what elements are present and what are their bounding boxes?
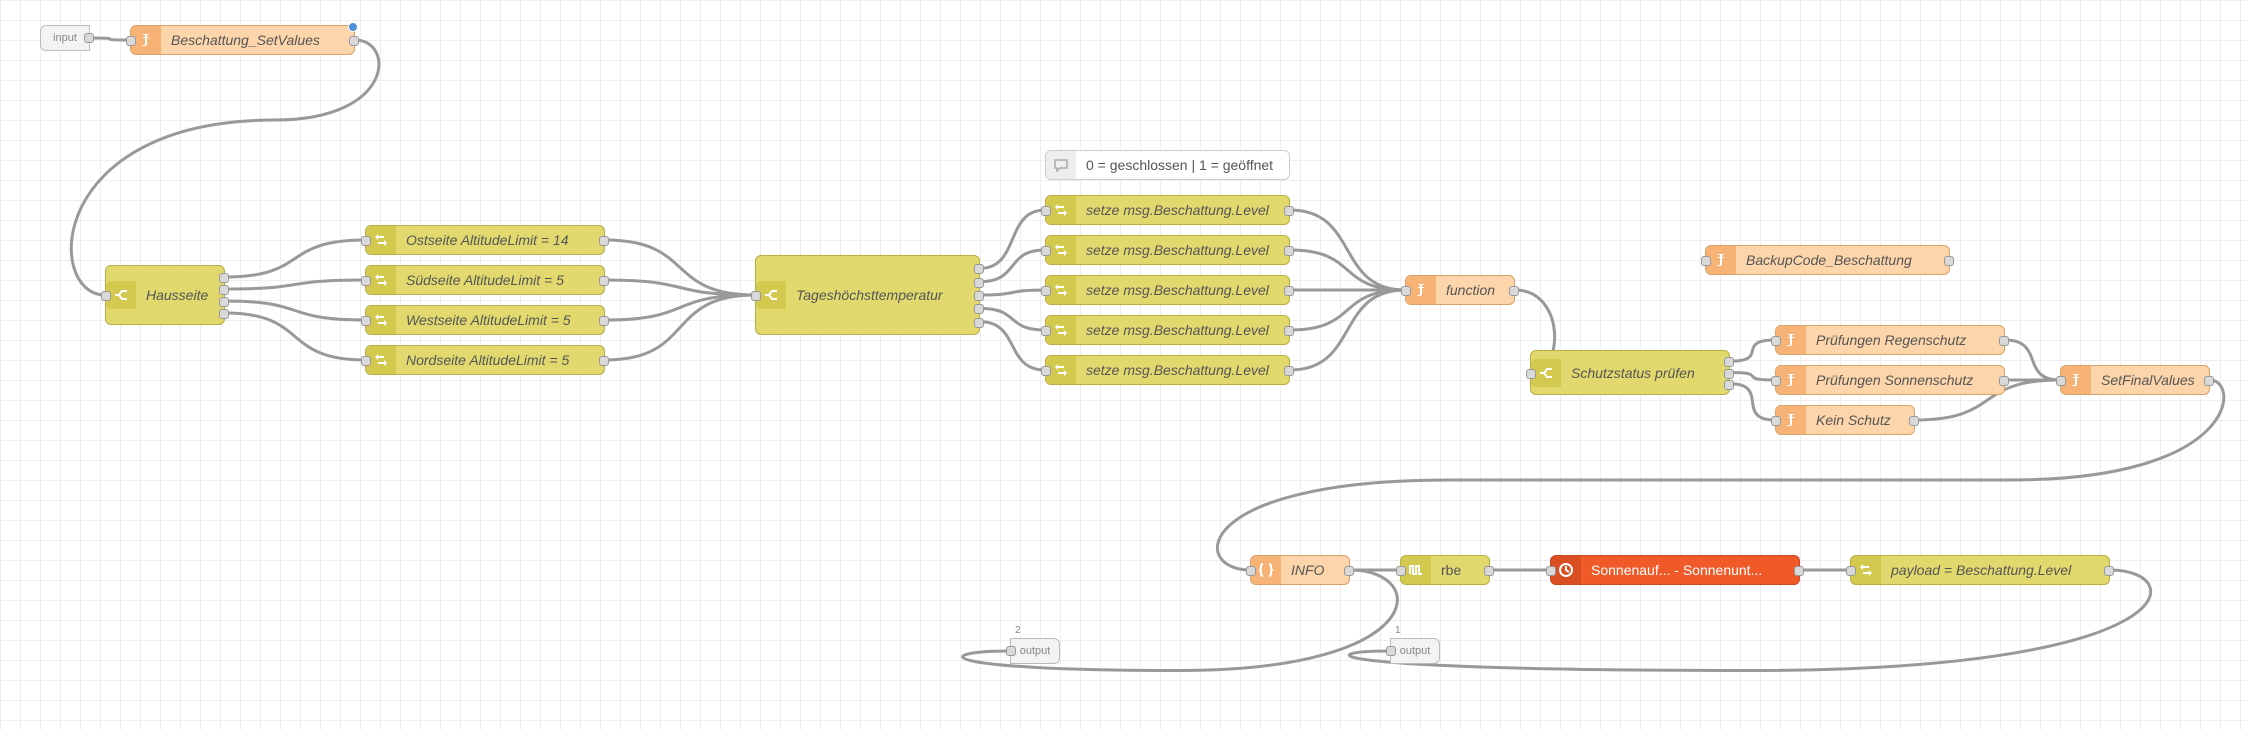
node-label: Prüfungen Sonnenschutz: [1806, 372, 2004, 388]
node-nord[interactable]: Nordseite AltitudeLimit = 5: [365, 345, 605, 375]
node-label: Kein Schutz: [1806, 412, 1914, 428]
comment-icon: [1046, 151, 1076, 179]
node-kein[interactable]: Kein Schutz: [1775, 405, 1915, 435]
node-s1[interactable]: setze msg.Beschattung.Level: [1045, 195, 1290, 225]
node-label: INFO: [1281, 562, 1349, 578]
node-label: Schutzstatus prüfen: [1561, 365, 1729, 381]
node-label: BackupCode_Beschattung: [1736, 252, 1949, 268]
node-tag[interactable]: Tageshöchsttemperatur: [755, 255, 980, 335]
subflow-out2[interactable]: output2: [1010, 638, 1060, 664]
node-label: Beschattung_SetValues: [161, 32, 354, 48]
node-label: Tageshöchsttemperatur: [786, 287, 979, 303]
comment-node[interactable]: 0 = geschlossen | 1 = geöffnet: [1045, 150, 1290, 180]
comment-label: 0 = geschlossen | 1 = geöffnet: [1076, 157, 1289, 173]
node-s3[interactable]: setze msg.Beschattung.Level: [1045, 275, 1290, 305]
node-label: rbe: [1431, 562, 1489, 578]
node-label: setze msg.Beschattung.Level: [1076, 322, 1289, 338]
node-label: Prüfungen Regenschutz: [1806, 332, 2004, 348]
node-label: setze msg.Beschattung.Level: [1076, 202, 1289, 218]
node-schutz[interactable]: Schutzstatus prüfen: [1530, 350, 1730, 395]
node-label: Südseite AltitudeLimit = 5: [396, 272, 604, 288]
node-backup[interactable]: BackupCode_Beschattung: [1705, 245, 1950, 275]
node-label: Westseite AltitudeLimit = 5: [396, 312, 604, 328]
node-ost[interactable]: Ostseite AltitudeLimit = 14: [365, 225, 605, 255]
node-s5[interactable]: setze msg.Beschattung.Level: [1045, 355, 1290, 385]
node-label: setze msg.Beschattung.Level: [1076, 282, 1289, 298]
changed-indicator-icon: [348, 22, 358, 32]
io-label: input: [45, 32, 85, 44]
node-regen[interactable]: Prüfungen Regenschutz: [1775, 325, 2005, 355]
node-label: payload = Beschattung.Level: [1881, 562, 2109, 578]
node-s4[interactable]: setze msg.Beschattung.Level: [1045, 315, 1290, 345]
subflow-input[interactable]: input: [40, 25, 90, 51]
node-label: setze msg.Beschattung.Level: [1076, 242, 1289, 258]
node-final[interactable]: SetFinalValues: [2060, 365, 2210, 395]
node-haus[interactable]: Hausseite: [105, 265, 225, 325]
node-rbe[interactable]: rbe: [1400, 555, 1490, 585]
node-sonne[interactable]: Prüfungen Sonnenschutz: [1775, 365, 2005, 395]
node-sued[interactable]: Südseite AltitudeLimit = 5: [365, 265, 605, 295]
node-label: Hausseite: [136, 287, 224, 303]
node-fn[interactable]: function: [1405, 275, 1515, 305]
node-payload[interactable]: payload = Beschattung.Level: [1850, 555, 2110, 585]
io-label: output: [1012, 645, 1059, 657]
node-zeit[interactable]: Sonnenauf... - Sonnenunt...: [1550, 555, 1800, 585]
node-west[interactable]: Westseite AltitudeLimit = 5: [365, 305, 605, 335]
node-label: Ostseite AltitudeLimit = 14: [396, 232, 604, 248]
node-s2[interactable]: setze msg.Beschattung.Level: [1045, 235, 1290, 265]
node-label: setze msg.Beschattung.Level: [1076, 362, 1289, 378]
node-label: Sonnenauf... - Sonnenunt...: [1581, 562, 1799, 578]
node-label: Nordseite AltitudeLimit = 5: [396, 352, 604, 368]
node-info[interactable]: INFO: [1250, 555, 1350, 585]
node-setval[interactable]: Beschattung_SetValues: [130, 25, 355, 55]
node-label: SetFinalValues: [2091, 372, 2209, 388]
subflow-out1[interactable]: output1: [1390, 638, 1440, 664]
io-label: output: [1392, 645, 1439, 657]
node-label: function: [1436, 282, 1514, 298]
